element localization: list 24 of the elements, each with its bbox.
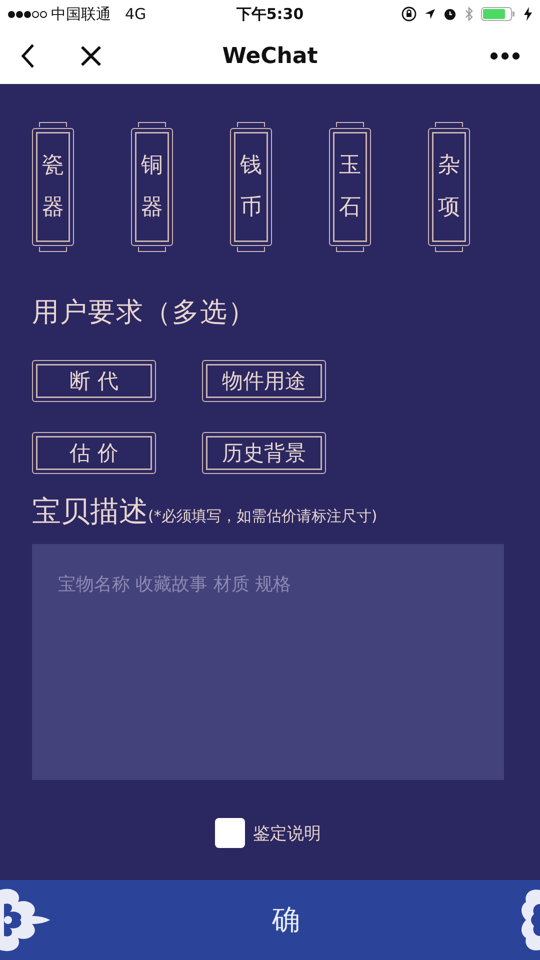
checkbox[interactable] — [215, 818, 245, 848]
bluetooth-icon — [464, 6, 474, 22]
carrier-name: 中国联通 — [51, 4, 111, 24]
location-icon — [424, 8, 436, 20]
network-type: 4G — [125, 5, 146, 23]
option-button[interactable]: 估 价 — [32, 432, 156, 474]
signal-icon — [8, 10, 47, 18]
option-button[interactable]: 历史背景 — [202, 432, 326, 474]
more-icon[interactable] — [490, 52, 520, 60]
option-button[interactable]: 断 代 — [32, 360, 156, 402]
description-field[interactable]: 宝物名称 收藏故事 材质 规格 — [32, 544, 504, 780]
submit-button[interactable]: 确 — [52, 880, 520, 960]
charging-icon — [524, 7, 532, 21]
checkbox-label[interactable]: 鉴定说明 — [253, 822, 321, 844]
close-icon[interactable] — [80, 45, 102, 67]
section-title: 宝贝描述 — [32, 493, 148, 530]
lock-rotation-icon — [401, 6, 417, 22]
window-title: WeChat — [222, 44, 318, 68]
section-title: 用户要求（多选） — [32, 296, 257, 330]
clock-time: 下午5:30 — [236, 4, 304, 24]
required-note: (*必须填写，如需估价请标注尺寸) — [148, 507, 378, 526]
option-button[interactable]: 物件用途 — [202, 360, 326, 402]
back-icon[interactable] — [20, 43, 36, 69]
battery-icon — [481, 6, 517, 22]
